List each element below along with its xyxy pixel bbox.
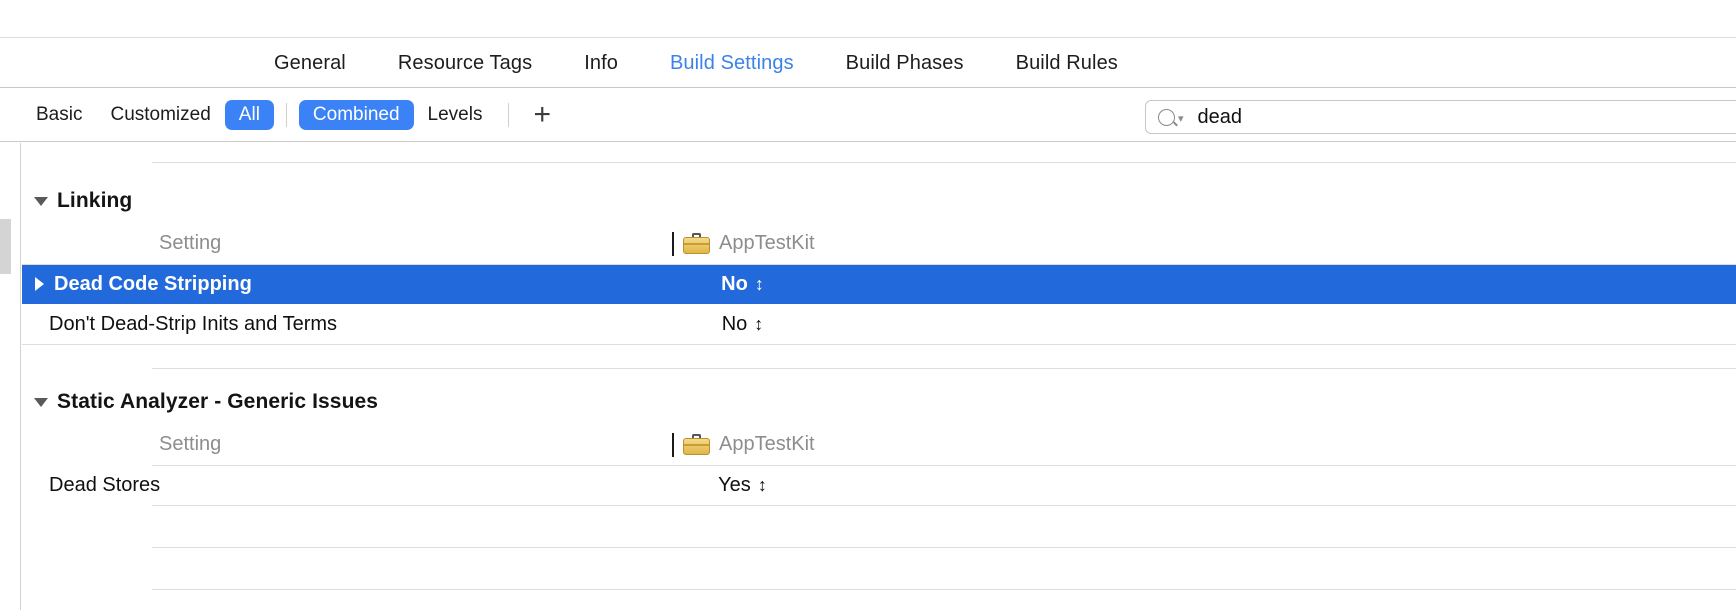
build-settings-toolbar: Basic Customized All Combined Levels + ▾…	[0, 89, 1736, 142]
column-header-setting: Setting	[159, 433, 222, 455]
column-divider	[672, 432, 674, 457]
vertical-scrollbar-thumb[interactable]	[0, 219, 11, 274]
briefcase-icon	[683, 434, 710, 455]
setting-name-label: Dead Code Stripping	[54, 272, 252, 295]
filter-divider-2	[508, 103, 510, 127]
table-row[interactable]: Dead Code Stripping No ↕	[22, 264, 1736, 304]
column-header-linking: Setting AppTestKit	[22, 223, 1736, 264]
table-row[interactable]: Don't Dead-Strip Inits and Terms No ↕	[22, 304, 1736, 344]
row-separator	[152, 162, 1736, 163]
setting-value[interactable]: No ↕	[672, 313, 812, 336]
table-top-spacer	[22, 143, 1736, 179]
row-separator	[152, 505, 1736, 506]
row-separator	[152, 589, 1736, 590]
filter-customized-button[interactable]: Customized	[96, 100, 224, 130]
setting-name-label: Don't Dead-Strip Inits and Terms	[49, 312, 338, 335]
xcode-build-settings-pane: General Resource Tags Info Build Setting…	[0, 0, 1736, 610]
search-input-value: dead	[1197, 105, 1243, 128]
disclosure-triangle-down-icon[interactable]	[34, 196, 48, 206]
filter-divider-1	[285, 103, 287, 127]
window-top-strip	[0, 0, 1736, 38]
table-row	[22, 589, 1736, 610]
setting-name: Dead Code Stripping	[35, 273, 252, 296]
filter-levels-button[interactable]: Levels	[414, 100, 497, 130]
target-name-label: AppTestKit	[719, 433, 815, 455]
tab-info[interactable]: Info	[558, 52, 644, 75]
group-title: Linking	[57, 189, 133, 212]
setting-name: Dead Stores	[49, 474, 160, 497]
row-separator	[152, 547, 1736, 548]
search-field[interactable]: ▾ dead	[1145, 100, 1736, 134]
column-divider	[672, 231, 674, 256]
filter-controls: Basic Customized All Combined Levels +	[22, 89, 563, 141]
tab-resource-tags[interactable]: Resource Tags	[372, 52, 558, 75]
setting-value-label: No	[721, 272, 748, 295]
column-header-setting: Setting	[159, 232, 222, 254]
stepper-icon[interactable]: ↕	[755, 275, 764, 293]
tab-build-rules[interactable]: Build Rules	[990, 52, 1144, 75]
editor-tab-list: General Resource Tags Info Build Setting…	[0, 39, 1144, 87]
row-separator	[22, 264, 1736, 265]
setting-value[interactable]: No ↕	[672, 273, 812, 296]
editor-tab-bar: General Resource Tags Info Build Setting…	[0, 39, 1736, 88]
setting-value-label: No	[721, 312, 748, 335]
group-header-linking[interactable]: Linking	[22, 179, 1736, 223]
row-separator	[152, 465, 1736, 466]
stepper-icon[interactable]: ↕	[758, 476, 767, 494]
table-row[interactable]: Dead Stores Yes ↕	[22, 465, 1736, 505]
group-spacer	[22, 344, 1736, 380]
table-row	[22, 547, 1736, 589]
column-header-target: AppTestKit	[672, 432, 815, 457]
stepper-icon[interactable]: ↕	[754, 315, 763, 333]
disclosure-triangle-right-icon[interactable]	[35, 277, 44, 291]
tab-general[interactable]: General	[248, 52, 372, 75]
chevron-down-icon[interactable]: ▾	[1178, 113, 1184, 125]
setting-value[interactable]: Yes ↕	[672, 474, 812, 497]
tab-build-settings[interactable]: Build Settings	[644, 52, 820, 75]
group-title: Static Analyzer - Generic Issues	[57, 390, 379, 413]
setting-name: Don't Dead-Strip Inits and Terms	[49, 313, 337, 336]
table-gutter	[0, 143, 21, 610]
settings-rows: Linking Setting AppTestKit Dead Code Str…	[22, 143, 1736, 610]
row-separator	[152, 368, 1736, 369]
setting-value-label: Yes	[718, 473, 751, 496]
filter-combined-button[interactable]: Combined	[298, 100, 414, 130]
column-header-static-analyzer: Setting AppTestKit	[22, 424, 1736, 465]
briefcase-icon	[683, 233, 710, 254]
target-name-label: AppTestKit	[719, 232, 815, 254]
column-header-target: AppTestKit	[672, 231, 815, 256]
group-header-static-analyzer[interactable]: Static Analyzer - Generic Issues	[22, 380, 1736, 424]
setting-name-label: Dead Stores	[49, 473, 161, 496]
row-separator	[22, 344, 1736, 345]
filter-basic-button[interactable]: Basic	[22, 100, 96, 130]
table-row	[22, 505, 1736, 547]
build-settings-table: Linking Setting AppTestKit Dead Code Str…	[0, 143, 1736, 610]
search-icon	[1158, 108, 1175, 126]
tab-build-phases[interactable]: Build Phases	[820, 52, 990, 75]
filter-all-button[interactable]: All	[224, 100, 274, 130]
disclosure-triangle-down-icon[interactable]	[34, 397, 48, 407]
add-setting-button[interactable]: +	[521, 100, 563, 130]
